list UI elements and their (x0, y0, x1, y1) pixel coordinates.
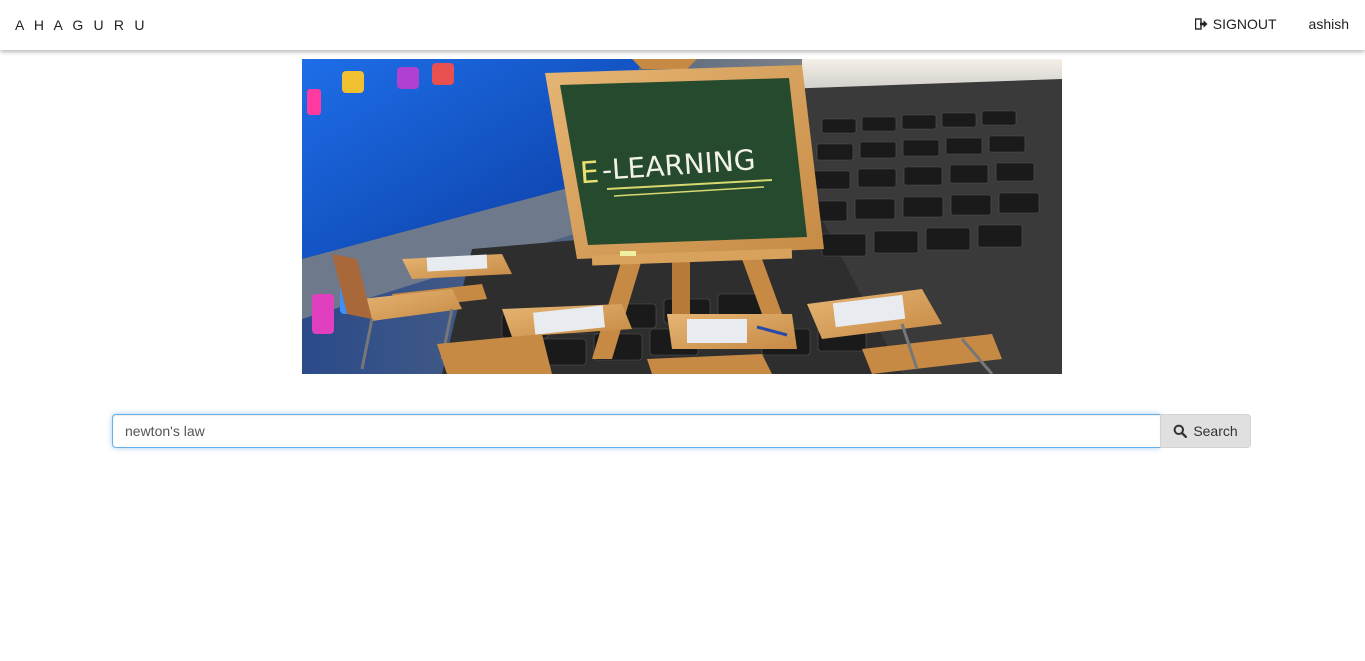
search-group: Search (112, 414, 1251, 448)
username-label: ashish (1308, 16, 1349, 32)
signout-label: SIGNOUT (1212, 16, 1277, 32)
signout-link[interactable]: SIGNOUT (1194, 16, 1277, 32)
e-learning-banner-image: E -LEARNING (302, 59, 1062, 374)
search-input[interactable] (112, 414, 1160, 448)
svg-text:E: E (579, 155, 600, 191)
nav-right: SIGNOUT ashish (1194, 16, 1349, 32)
search-icon (1173, 424, 1188, 438)
signout-icon (1194, 18, 1208, 30)
brand-logo[interactable]: A H A G U R U (15, 17, 148, 33)
search-button-label: Search (1193, 423, 1238, 439)
top-navbar: A H A G U R U SIGNOUT ashish (0, 0, 1365, 50)
username-link[interactable]: ashish (1309, 16, 1349, 32)
search-button[interactable]: Search (1160, 414, 1251, 448)
